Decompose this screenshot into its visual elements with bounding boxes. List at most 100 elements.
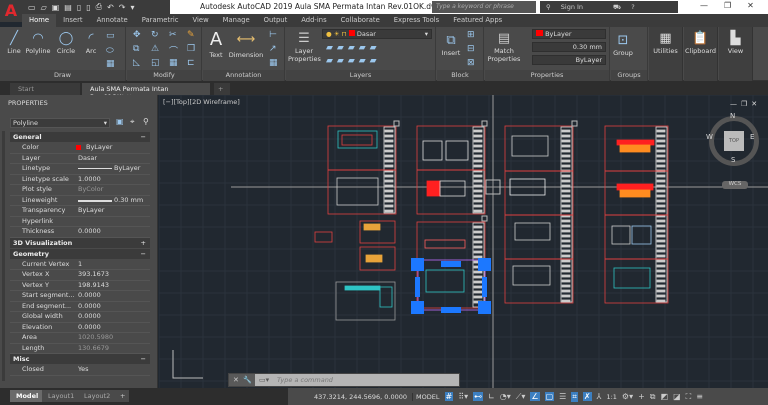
section-elevation[interactable] <box>422 140 443 161</box>
front-elevation-roof[interactable] <box>616 139 655 146</box>
side-elevation[interactable] <box>619 189 651 198</box>
insert-button[interactable]: ⧉ Insert <box>439 33 463 57</box>
ellipse-icon[interactable]: ⬭ <box>106 46 114 56</box>
sign-in-button[interactable]: Sign In <box>561 3 583 11</box>
create-block-icon[interactable]: ⊞ <box>467 30 475 40</box>
text-button[interactable]: A Text <box>205 29 227 59</box>
title-block-text[interactable] <box>473 270 483 274</box>
compass-west[interactable]: W <box>706 133 713 141</box>
title-block-text[interactable] <box>561 174 571 178</box>
property-row[interactable]: Hyperlink <box>10 217 150 227</box>
title-block-text[interactable] <box>656 259 666 263</box>
property-row[interactable]: Transparency ByLayer <box>10 206 150 217</box>
save-icon[interactable]: ▣ <box>52 3 60 12</box>
title-block-text[interactable] <box>561 299 571 303</box>
title-block-text[interactable] <box>656 274 666 278</box>
block-panel-label[interactable]: Block <box>437 70 483 81</box>
title-block-text[interactable] <box>384 194 394 198</box>
redo-icon[interactable]: ↷ <box>119 3 126 12</box>
object-snap-icon[interactable]: ▢ <box>544 392 555 401</box>
compass-east[interactable]: E <box>750 133 754 141</box>
title-block-text[interactable] <box>384 199 394 203</box>
title-block-text[interactable] <box>656 244 666 248</box>
block-grip[interactable] <box>481 120 488 127</box>
expand-icon[interactable]: + <box>141 238 146 248</box>
wcs-menu[interactable]: WCS <box>722 181 748 189</box>
grip-handle[interactable] <box>441 261 461 267</box>
title-block-text[interactable] <box>561 149 571 153</box>
title-block-text[interactable] <box>473 164 483 168</box>
property-row[interactable]: Linetype scale 1.0000 <box>10 175 150 185</box>
restore-icon[interactable]: ❐ <box>724 1 731 10</box>
title-block-text[interactable] <box>384 159 394 163</box>
properties-panel-label[interactable]: Properties <box>485 70 609 81</box>
tab-annotate[interactable]: Annotate <box>90 14 135 27</box>
grip-handle[interactable] <box>482 277 487 297</box>
group-button[interactable]: ⊡ Group <box>612 33 634 57</box>
tab-home[interactable]: Home <box>22 14 57 27</box>
property-row[interactable]: Linetype ByLayer <box>10 164 150 175</box>
title-block-text[interactable] <box>384 154 394 158</box>
rectangle-icon[interactable]: ▭ <box>106 31 115 41</box>
layout1-tab[interactable]: Layout1 <box>42 390 81 402</box>
polyline-button[interactable]: ◠ Polyline <box>24 31 52 55</box>
model-space-button[interactable]: MODEL <box>412 392 440 401</box>
title-block-text[interactable] <box>561 234 571 238</box>
application-menu-button[interactable]: A <box>0 0 22 22</box>
grid-icon[interactable]: # <box>444 392 454 401</box>
front-elevation[interactable] <box>619 144 651 153</box>
minimize-icon[interactable]: — <box>700 1 708 10</box>
web-icon[interactable]: ▯ <box>77 3 81 12</box>
section-misc[interactable]: Misc − <box>10 354 150 364</box>
title-block-text[interactable] <box>473 285 483 289</box>
layer-properties-button[interactable]: ☰ Layer Properties <box>288 31 321 63</box>
property-row[interactable]: Global width 0.0000 <box>10 312 150 323</box>
layer-tools-icon[interactable]: ▰▰▰▰▰ <box>326 43 381 53</box>
property-row[interactable]: Area 1020.5980 <box>10 333 150 344</box>
title-block-text[interactable] <box>561 244 571 248</box>
title-block-text[interactable] <box>561 209 571 213</box>
title-block-text[interactable] <box>656 179 666 183</box>
title-block-text[interactable] <box>473 159 483 163</box>
title-block-text[interactable] <box>384 209 394 213</box>
add-layout-button[interactable]: + <box>116 390 130 402</box>
title-block-text[interactable] <box>473 240 483 244</box>
title-block-text[interactable] <box>384 164 394 168</box>
trim-icon[interactable]: ✂ <box>169 30 177 40</box>
block-grip[interactable] <box>393 120 400 127</box>
title-block-text[interactable] <box>656 149 666 153</box>
title-block-text[interactable] <box>384 184 394 188</box>
title-block-text[interactable] <box>656 289 666 293</box>
groups-panel-label[interactable]: Groups <box>611 70 647 81</box>
viewport-controls[interactable]: [−][Top][2D Wireframe] <box>163 98 240 106</box>
tab-featured-apps[interactable]: Featured Apps <box>446 14 509 27</box>
title-block-text[interactable] <box>384 144 394 148</box>
edit-block-icon[interactable]: ⊟ <box>467 44 475 54</box>
copy-icon[interactable]: ⧉ <box>133 44 139 54</box>
title-block-text[interactable] <box>656 234 666 238</box>
title-block-text[interactable] <box>656 219 666 223</box>
title-block-text[interactable] <box>473 204 483 208</box>
layer-dropdown[interactable]: ● ☀ ⊓ Dasar ▾ <box>322 29 432 39</box>
undo-icon[interactable]: ↶ <box>107 3 114 12</box>
collapse-icon[interactable]: − <box>141 249 146 259</box>
block-grip[interactable] <box>481 215 488 222</box>
line-button[interactable]: ╱ Line <box>3 31 25 55</box>
grip-handle[interactable] <box>478 301 491 314</box>
title-block-text[interactable] <box>561 269 571 273</box>
mobile-icon[interactable]: ▯ <box>86 3 90 12</box>
command-input[interactable]: Type a command <box>255 374 459 386</box>
title-block-text[interactable] <box>473 245 483 249</box>
customize-icon[interactable]: ▾ <box>130 3 134 12</box>
title-block-text[interactable] <box>561 204 571 208</box>
search-input[interactable]: Type a keyword or phrase <box>432 1 536 13</box>
save-as-icon[interactable]: ▤ <box>64 3 72 12</box>
view-button[interactable]: ▙ View <box>719 27 753 81</box>
title-block-text[interactable] <box>473 199 483 203</box>
property-row[interactable]: Vertex Y 198.9143 <box>10 281 150 291</box>
title-block-text[interactable] <box>384 174 394 178</box>
object-snap-tracking-icon[interactable]: ∠ <box>530 392 540 401</box>
title-block-text[interactable] <box>656 209 666 213</box>
explode-icon[interactable]: ❒ <box>187 44 195 54</box>
title-block-text[interactable] <box>656 229 666 233</box>
